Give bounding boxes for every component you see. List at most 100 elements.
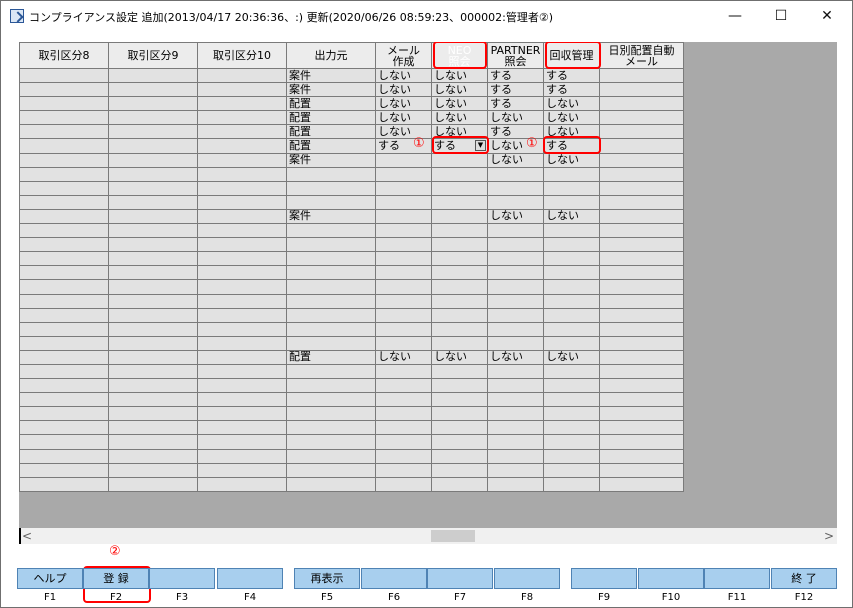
partner-cell[interactable]: しない	[487, 208, 544, 225]
mail-cell[interactable]: しない	[375, 124, 432, 140]
minimize-button[interactable]: —	[712, 1, 758, 31]
partner-cell[interactable]: しない	[487, 110, 544, 126]
window-title: コンプライアンス設定 追加(2013/04/17 20:36:36、:) 更新(…	[29, 11, 554, 24]
mail-cell[interactable]: しない	[375, 67, 432, 84]
fkey-button-f11[interactable]	[704, 568, 770, 589]
mail-cell[interactable]: しない	[375, 96, 432, 112]
grid-cell	[19, 237, 109, 253]
fkey-button-f9[interactable]	[571, 568, 637, 589]
daily-mail-cell	[599, 82, 684, 98]
title-bar[interactable]: コンプライアンス設定 追加(2013/04/17 20:36:36、:) 更新(…	[1, 1, 852, 31]
daily-mail-cell[interactable]	[599, 138, 684, 154]
neo-cell[interactable]: しない	[431, 110, 488, 126]
table-row	[19, 434, 684, 450]
kaishu-cell[interactable]: しない	[543, 124, 600, 140]
fkey-button-f4[interactable]	[217, 568, 283, 589]
table-row: 案件 しない しない する する	[19, 82, 684, 98]
mail-cell[interactable]	[375, 208, 432, 225]
kaishu-cell[interactable]: しない	[543, 208, 600, 225]
fkey-button-f10[interactable]	[638, 568, 704, 589]
grid-cell	[197, 307, 287, 323]
grid-cell	[487, 476, 544, 492]
table-row: 配置 しない しない しない しない	[19, 110, 684, 126]
scroll-left-icon[interactable]: <	[19, 528, 35, 544]
maximize-button[interactable]: ☐	[758, 1, 804, 31]
grid-cell	[487, 363, 544, 380]
grid-cell	[599, 462, 684, 478]
grid-cell	[431, 307, 488, 323]
kaishu-cell[interactable]: しない	[543, 110, 600, 126]
kaishu-cell[interactable]: しない	[543, 152, 600, 168]
grid-cell	[108, 434, 198, 450]
grid-cell	[543, 293, 600, 309]
mail-cell[interactable]: する	[375, 138, 432, 154]
neo-cell[interactable]	[431, 208, 488, 225]
grid-cell	[197, 476, 287, 492]
grid-cell	[599, 363, 684, 380]
fkey-button-f2[interactable]: 登 録	[83, 568, 149, 589]
table-row	[19, 166, 684, 182]
partner-cell[interactable]: しない	[487, 138, 544, 154]
output-source-cell[interactable]: 案件	[286, 208, 376, 225]
output-source-cell[interactable]: 案件	[286, 67, 376, 84]
scroll-thumb[interactable]	[431, 530, 475, 542]
output-source-cell[interactable]: 案件	[286, 82, 376, 98]
partner-cell[interactable]: しない	[487, 152, 544, 168]
fkey-button-f12[interactable]: 終 了	[771, 568, 837, 589]
mail-cell[interactable]: しない	[375, 349, 432, 365]
neo-cell[interactable]: しない	[431, 82, 488, 98]
dropdown-arrow-icon[interactable]: ▼	[475, 140, 486, 152]
partner-cell[interactable]: する	[487, 82, 544, 98]
grid-cell	[19, 448, 109, 464]
output-source-cell[interactable]: 配置	[286, 124, 376, 140]
grid-cell	[197, 279, 287, 295]
mail-cell[interactable]: しない	[375, 110, 432, 126]
grid-cell	[431, 434, 488, 450]
partner-cell[interactable]: する	[487, 67, 544, 84]
partner-cell[interactable]: する	[487, 96, 544, 112]
neo-cell[interactable]: しない	[431, 96, 488, 112]
grid-cell	[375, 406, 432, 422]
fkey-button-f7[interactable]	[427, 568, 493, 589]
fkey-button-f6[interactable]	[361, 568, 427, 589]
grid-cell	[108, 208, 198, 225]
neo-cell[interactable]: しない	[431, 349, 488, 365]
output-source-cell[interactable]: 配置	[286, 138, 376, 154]
neo-cell[interactable]: する ▼	[431, 138, 488, 154]
grid-cell	[543, 420, 600, 436]
daily-mail-cell	[599, 124, 684, 140]
table-row: 配置 しない しない しない しない	[19, 349, 684, 365]
grid-cell	[599, 448, 684, 464]
grid-cell	[108, 194, 198, 210]
kaishu-cell[interactable]: する	[543, 82, 600, 98]
kaishu-cell[interactable]: しない	[543, 349, 600, 365]
partner-cell[interactable]: しない	[487, 349, 544, 365]
fkey-label-f8: F8	[520, 592, 534, 603]
grid-cell	[375, 307, 432, 323]
partner-cell[interactable]: する	[487, 124, 544, 140]
output-source-cell[interactable]: 配置	[286, 349, 376, 365]
output-source-cell[interactable]: 配置	[286, 110, 376, 126]
kaishu-cell[interactable]: する	[543, 138, 600, 154]
fkey-label-f5: F5	[320, 592, 334, 603]
kaishu-cell[interactable]: しない	[543, 96, 600, 112]
fkey-button-f5[interactable]: 再表示	[294, 568, 360, 589]
neo-cell[interactable]: しない	[431, 67, 488, 84]
mail-cell[interactable]: しない	[375, 82, 432, 98]
grid-cell	[108, 138, 198, 154]
close-button[interactable]: ✕	[804, 1, 850, 31]
grid-cell	[599, 223, 684, 239]
neo-cell[interactable]: しない	[431, 124, 488, 140]
horizontal-scrollbar[interactable]: < >	[19, 528, 837, 544]
fkey-button-f1[interactable]: ヘルプ	[17, 568, 83, 589]
output-source-cell[interactable]: 案件	[286, 152, 376, 168]
grid-cell	[375, 237, 432, 253]
kaishu-cell[interactable]: する	[543, 67, 600, 84]
grid-cell	[431, 462, 488, 478]
output-source-cell[interactable]: 配置	[286, 96, 376, 112]
fkey-button-f8[interactable]	[494, 568, 560, 589]
grid-cell	[431, 166, 488, 182]
grid-cell	[543, 194, 600, 210]
scroll-right-icon[interactable]: >	[821, 528, 837, 544]
fkey-button-f3[interactable]	[149, 568, 215, 589]
